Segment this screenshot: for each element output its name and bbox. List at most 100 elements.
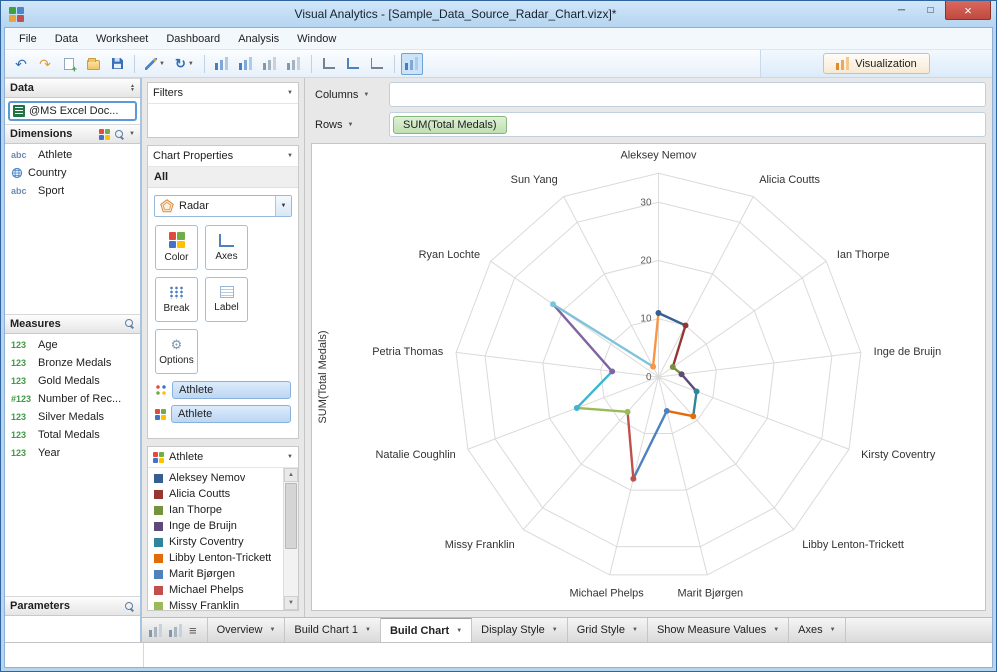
chart-canvas[interactable]: 0 10 20 30 Aleksey Nemov Alicia Coutts Ian Tho… (311, 143, 986, 611)
redo-button[interactable]: ↷ (34, 53, 56, 75)
chevron-down-icon[interactable]: ▼ (275, 196, 291, 216)
columns-shelf-label[interactable]: Columns ▼ (311, 89, 387, 101)
rows-shelf-label[interactable]: Rows ▼ (311, 119, 387, 131)
chevron-down-icon[interactable]: ▼ (287, 90, 293, 96)
abc-icon: abc (11, 150, 27, 160)
tab-build-chart[interactable]: Build Chart ▼ (380, 618, 473, 642)
color-button[interactable]: Color (155, 225, 198, 270)
search-icon[interactable] (114, 129, 125, 140)
tab-label: Overview (216, 624, 263, 636)
menu-analysis[interactable]: Analysis (229, 30, 288, 48)
filters-dropzone[interactable] (148, 104, 298, 137)
tab-overview[interactable]: Overview ▼ (206, 618, 286, 642)
chart-properties-header[interactable]: Chart Properties ▼ (148, 146, 298, 167)
field-pill-athlete[interactable]: Athlete (171, 405, 291, 423)
add-chart-2-button[interactable] (235, 53, 257, 75)
data-source-item[interactable]: @MS Excel Doc... (8, 101, 137, 121)
tab-label: Grid Style (576, 624, 625, 636)
expand-collapse-icon[interactable]: ▲ ▼ (130, 84, 135, 93)
measure-item[interactable]: #123 Number of Rec... (5, 390, 140, 408)
dimensions-section-header[interactable]: Dimensions ▼ (5, 124, 140, 144)
close-button[interactable]: × (945, 1, 991, 20)
tab-show-measure-values[interactable]: Show Measure Values ▼ (648, 618, 790, 642)
level-ascending-button[interactable] (342, 53, 364, 75)
tab-build-chart-1[interactable]: Build Chart 1 ▼ (285, 618, 381, 642)
add-chart-4-button[interactable] (283, 53, 305, 75)
menu-data[interactable]: Data (46, 30, 87, 48)
refresh-button[interactable]: ↻ ▼ (171, 53, 198, 75)
label-button[interactable]: Label (205, 277, 248, 322)
legend-item[interactable]: Marit Bjørgen (148, 566, 283, 582)
scroll-down-button[interactable]: ▼ (284, 596, 298, 610)
legend-item[interactable]: Missy Franklin (148, 598, 283, 610)
legend-item[interactable]: Inge de Bruijn (148, 518, 283, 534)
measure-item[interactable]: 123 Year (5, 444, 140, 462)
measure-item[interactable]: 123 Gold Medals (5, 372, 140, 390)
chevron-down-icon[interactable]: ▼ (287, 454, 293, 460)
tab-axes[interactable]: Axes ▼ (789, 618, 846, 642)
filters-header[interactable]: Filters ▼ (148, 83, 298, 104)
parameters-list[interactable] (5, 616, 140, 642)
undo-button[interactable]: ↶ (10, 53, 32, 75)
swap-axes-button[interactable] (318, 53, 340, 75)
scrollbar-track[interactable] (284, 482, 298, 596)
search-icon[interactable] (124, 601, 135, 612)
legend-item[interactable]: Michael Phelps (148, 582, 283, 598)
columns-shelf[interactable] (389, 82, 986, 107)
measures-section-header[interactable]: Measures (5, 313, 140, 334)
fields-grid-icon[interactable] (99, 128, 111, 140)
field-pill-athlete[interactable]: Athlete (172, 381, 291, 399)
measure-item[interactable]: 123 Bronze Medals (5, 354, 140, 372)
chevron-down-icon[interactable]: ▼ (348, 122, 354, 128)
break-button[interactable]: Break (155, 277, 198, 322)
chevron-down-icon[interactable]: ▼ (129, 131, 135, 137)
dimension-item[interactable]: abc Sport (5, 182, 140, 200)
new-sheet-button[interactable] (58, 53, 80, 75)
level-descending-button[interactable] (366, 53, 388, 75)
tab-display-style[interactable]: Display Style ▼ (472, 618, 568, 642)
data-section-header[interactable]: Data ▲ ▼ (5, 78, 140, 98)
search-icon[interactable] (124, 318, 135, 329)
dimension-item[interactable]: Country (5, 164, 140, 182)
format-painter-button[interactable]: ▼ (141, 53, 169, 75)
dimension-item[interactable]: abc Athlete (5, 146, 140, 164)
maximize-button[interactable]: □ (916, 1, 945, 20)
rows-pill[interactable]: SUM(Total Medals) (393, 115, 507, 134)
chevron-down-icon[interactable]: ▼ (287, 153, 293, 159)
show-chart-button[interactable] (400, 52, 423, 75)
legend-item[interactable]: Aleksey Nemov (148, 470, 283, 486)
undo-icon: ↶ (15, 55, 27, 72)
chart-type-select[interactable]: Radar ▼ (154, 195, 292, 217)
rows-shelf[interactable]: SUM(Total Medals) (389, 112, 986, 137)
visualization-button[interactable]: Visualization (823, 53, 930, 74)
scroll-up-button[interactable]: ▲ (284, 468, 298, 482)
add-chart-3-button[interactable] (259, 53, 281, 75)
menu-window[interactable]: Window (288, 30, 345, 48)
measure-item[interactable]: 123 Silver Medals (5, 408, 140, 426)
scrollbar-thumb[interactable] (285, 483, 297, 550)
titlebar[interactable]: Visual Analytics - [Sample_Data_Source_R… (1, 1, 996, 27)
sheet-list-icon[interactable]: ≡ (189, 623, 197, 638)
menu-dashboard[interactable]: Dashboard (157, 30, 229, 48)
parameters-section-header[interactable]: Parameters (5, 596, 140, 616)
minimize-button[interactable]: ─ (887, 1, 916, 20)
legend-item[interactable]: Alicia Coutts (148, 486, 283, 502)
export-image-button[interactable] (82, 53, 104, 75)
legend-scrollbar[interactable]: ▲ ▼ (283, 468, 298, 610)
new-worksheet-icon[interactable] (149, 623, 162, 637)
chevron-down-icon[interactable]: ▼ (363, 92, 369, 98)
measure-item[interactable]: 123 Total Medals (5, 426, 140, 444)
new-dashboard-icon[interactable] (169, 623, 182, 637)
menu-worksheet[interactable]: Worksheet (87, 30, 157, 48)
save-button[interactable] (106, 53, 128, 75)
axes-button[interactable]: Axes (205, 225, 248, 270)
legend-item[interactable]: Kirsty Coventry (148, 534, 283, 550)
add-chart-1-button[interactable] (211, 53, 233, 75)
options-button[interactable]: ⚙ Options (155, 329, 198, 374)
menu-file[interactable]: File (10, 30, 46, 48)
legend-header[interactable]: Athlete ▼ (148, 447, 298, 468)
tab-grid-style[interactable]: Grid Style ▼ (568, 618, 648, 642)
legend-item[interactable]: Ian Thorpe (148, 502, 283, 518)
measure-item[interactable]: 123 Age (5, 336, 140, 354)
legend-item[interactable]: Libby Lenton-Trickett (148, 550, 283, 566)
